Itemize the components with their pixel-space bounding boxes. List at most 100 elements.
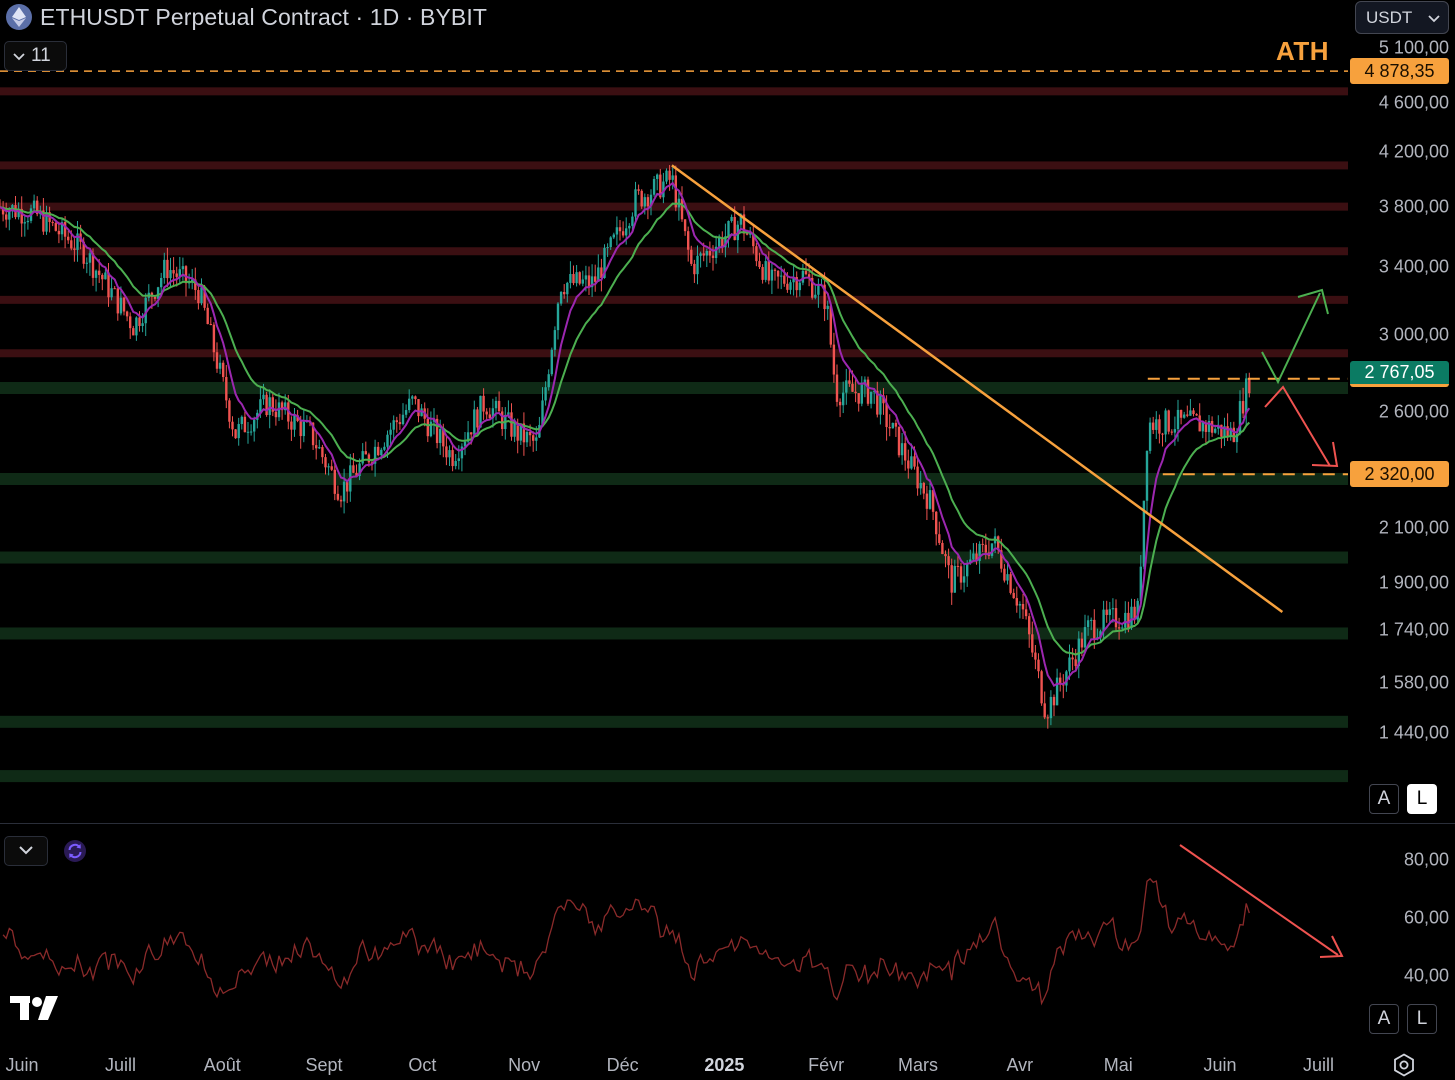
candle xyxy=(708,241,712,263)
indicators-toggle-button[interactable]: 11 xyxy=(4,41,67,71)
candle xyxy=(575,265,578,287)
candle xyxy=(290,416,293,441)
price-axis-label: 5 100,00 xyxy=(1378,37,1449,58)
candle xyxy=(395,416,398,433)
candle xyxy=(460,443,464,472)
candle xyxy=(88,249,92,276)
candle xyxy=(463,431,467,456)
candle xyxy=(705,248,708,268)
candle xyxy=(184,265,188,297)
time-axis-label: Juin xyxy=(5,1055,39,1075)
candle xyxy=(1223,417,1226,446)
candle xyxy=(14,196,17,220)
candle xyxy=(181,257,185,281)
candle xyxy=(54,221,57,232)
candle xyxy=(795,271,798,298)
candle xyxy=(256,409,259,429)
candle xyxy=(1028,613,1031,648)
candle xyxy=(324,453,327,475)
candle xyxy=(1043,691,1046,720)
ath-price-tag: 4 878,35 xyxy=(1350,58,1449,85)
rsi-divergence-arrow-icon xyxy=(1179,844,1339,956)
candle xyxy=(693,259,696,283)
candle xyxy=(234,428,237,439)
candle xyxy=(578,271,581,286)
candle xyxy=(1037,653,1040,679)
currency-select[interactable]: USDT xyxy=(1355,1,1449,34)
candle xyxy=(665,168,668,185)
candle xyxy=(178,256,181,285)
candle xyxy=(770,263,774,295)
time-axis-label: Sept xyxy=(305,1055,343,1075)
price-chart[interactable] xyxy=(0,0,1455,1080)
candle xyxy=(618,220,622,241)
candle xyxy=(1152,416,1155,434)
rsi-axis-label: 60,00 xyxy=(1403,907,1449,928)
symbol-title: ETHUSDT Perpetual Contract · 1D · BYBIT xyxy=(40,3,487,30)
candle xyxy=(869,391,873,409)
candle xyxy=(23,216,26,237)
support-price-tag: 2 320,00 xyxy=(1350,461,1449,488)
candle xyxy=(222,360,225,382)
candle xyxy=(764,255,767,283)
candle xyxy=(346,481,349,504)
candle xyxy=(916,458,919,496)
candle xyxy=(274,399,278,426)
candle xyxy=(1170,429,1173,436)
rsi-line xyxy=(2,877,1250,1006)
candle xyxy=(1167,409,1170,435)
price-axis-label: 1 900,00 xyxy=(1378,572,1449,593)
rsi-collapse-button[interactable] xyxy=(4,836,48,866)
candle xyxy=(730,214,733,223)
candle xyxy=(318,439,321,450)
candle xyxy=(361,443,364,466)
candle xyxy=(1207,414,1211,442)
candle xyxy=(476,406,479,432)
candle xyxy=(504,407,507,440)
candle xyxy=(677,190,681,221)
candle xyxy=(727,220,730,248)
tradingview-logo-icon xyxy=(10,994,64,1022)
candle xyxy=(1198,403,1201,432)
candle xyxy=(767,251,770,285)
rsi-log-scale-button[interactable]: L xyxy=(1407,1004,1437,1034)
candle xyxy=(525,429,529,448)
price-axis-label: 3 800,00 xyxy=(1378,196,1449,217)
candle xyxy=(494,396,498,421)
log-scale-button[interactable]: L xyxy=(1407,784,1437,814)
support-zone xyxy=(0,770,1348,783)
candle xyxy=(1186,405,1189,418)
candle xyxy=(581,270,584,287)
candle xyxy=(1148,417,1152,454)
auto-scale-button[interactable]: A xyxy=(1369,784,1399,814)
time-axis-label: Juill xyxy=(1302,1055,1334,1075)
candle xyxy=(218,354,222,375)
refresh-icon[interactable] xyxy=(62,838,88,864)
horizontal-zones xyxy=(0,87,1348,783)
candle xyxy=(835,364,839,407)
candle xyxy=(845,368,848,405)
candle xyxy=(60,217,64,241)
candle xyxy=(587,266,591,295)
price-axis-label: 1 440,00 xyxy=(1378,722,1449,743)
candle xyxy=(302,409,305,443)
price-axis-label: 4 600,00 xyxy=(1378,92,1449,113)
pane-divider[interactable] xyxy=(0,823,1455,824)
candle xyxy=(392,415,395,440)
candle xyxy=(228,398,231,429)
candle xyxy=(962,564,966,593)
candle xyxy=(1021,593,1025,620)
candle xyxy=(742,206,746,241)
candle xyxy=(938,521,941,546)
candle xyxy=(67,230,70,244)
time-axis-label: Oct xyxy=(408,1055,437,1075)
settings-gear-icon[interactable] xyxy=(1391,1052,1417,1078)
candle xyxy=(590,264,594,297)
candle xyxy=(597,254,600,282)
rsi-auto-scale-button[interactable]: A xyxy=(1369,1004,1399,1034)
candle xyxy=(237,417,240,446)
candle xyxy=(473,400,476,435)
symbol-title-bar[interactable]: ETHUSDT Perpetual Contract · 1D · BYBIT xyxy=(6,2,487,32)
candle xyxy=(1052,694,1056,717)
candle xyxy=(1161,432,1164,447)
